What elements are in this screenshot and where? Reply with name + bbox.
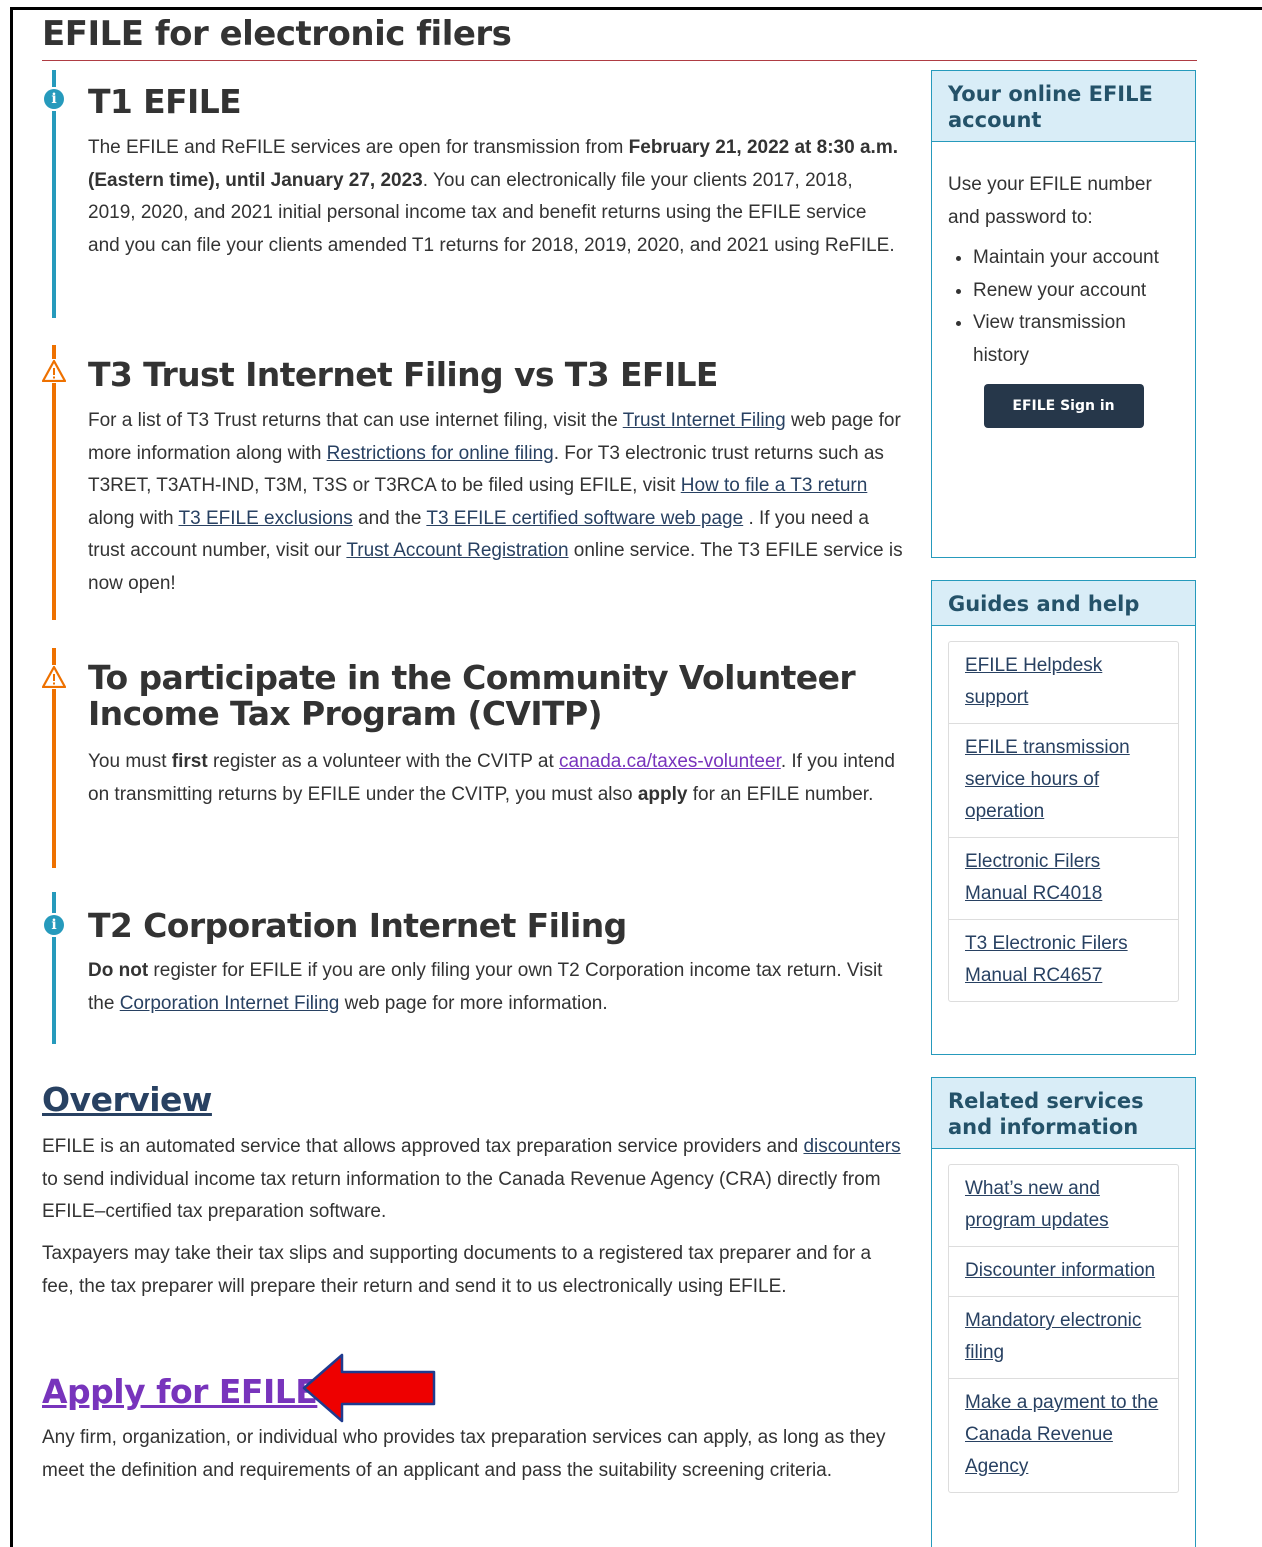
overview-paragraph-2: Taxpayers may take their tax slips and s…	[42, 1243, 872, 1297]
corporation-internet-filing-link[interactable]: Corporation Internet Filing	[120, 993, 340, 1014]
guides-link-list: EFILE Helpdesk support EFILE transmissio…	[948, 641, 1179, 1002]
whats-new-link[interactable]: What’s new and program updates	[965, 1178, 1109, 1231]
info-icon: i	[42, 87, 66, 111]
efile-sign-in-button[interactable]: EFILE Sign in	[983, 384, 1144, 428]
t3-certified-software-link[interactable]: T3 EFILE certified software web page	[426, 508, 743, 529]
guides-help-panel: Guides and help EFILE Helpdesk support E…	[931, 580, 1196, 1055]
alert-text: You must first register as a volunteer w…	[88, 751, 895, 805]
warning-icon	[42, 359, 66, 383]
panel-intro-text: Use your EFILE number and password to:	[948, 174, 1152, 228]
taxes-volunteer-link[interactable]: canada.ca/taxes-volunteer	[559, 751, 781, 772]
overview-heading[interactable]: Overview	[42, 1080, 212, 1119]
restrictions-online-filing-link[interactable]: Restrictions for online filing	[327, 443, 554, 464]
list-item: View transmission history	[973, 307, 1179, 372]
mandatory-electronic-filing-link[interactable]: Mandatory electronic filing	[965, 1310, 1141, 1363]
red-arrow-annotation	[302, 1353, 436, 1423]
panel-heading: Related services and information	[932, 1078, 1195, 1149]
list-item: What’s new and program updates	[949, 1165, 1178, 1246]
list-item: Mandatory electronic filing	[949, 1296, 1178, 1378]
t3-efile-exclusions-link[interactable]: T3 EFILE exclusions	[179, 508, 353, 529]
alert-heading: To participate in the Community Voluntee…	[88, 658, 856, 733]
rc4018-manual-link[interactable]: Electronic Filers Manual RC4018	[965, 851, 1102, 904]
list-item: Maintain your account	[973, 242, 1179, 275]
panel-heading: Your online EFILE account	[932, 71, 1195, 142]
discounter-information-link[interactable]: Discounter information	[965, 1260, 1155, 1281]
list-item: T3 Electronic Filers Manual RC4657	[949, 919, 1178, 1001]
alert-heading: T3 Trust Internet Filing vs T3 EFILE	[88, 355, 718, 394]
list-item: EFILE Helpdesk support	[949, 642, 1178, 723]
trust-account-registration-link[interactable]: Trust Account Registration	[346, 540, 568, 561]
apply-for-efile-heading[interactable]: Apply for EFILE	[42, 1372, 318, 1411]
efile-helpdesk-link[interactable]: EFILE Helpdesk support	[965, 655, 1102, 708]
page-title: EFILE for electronic filers	[42, 14, 512, 54]
discounters-link[interactable]: discounters	[803, 1136, 900, 1157]
title-divider	[42, 60, 1197, 61]
warning-icon	[42, 665, 66, 689]
info-icon: i	[42, 913, 66, 937]
efile-account-panel: Your online EFILE account Use your EFILE…	[931, 70, 1196, 558]
list-item: EFILE transmission service hours of oper…	[949, 723, 1178, 837]
alert-text: Do not register for EFILE if you are onl…	[88, 960, 883, 1014]
apply-paragraph: Any firm, organization, or individual wh…	[42, 1427, 886, 1481]
alert-heading: T2 Corporation Internet Filing	[88, 906, 627, 945]
make-payment-link[interactable]: Make a payment to the Canada Revenue Age…	[965, 1392, 1158, 1477]
alert-bar	[52, 345, 56, 620]
alert-text: For a list of T3 Trust returns that can …	[88, 410, 903, 594]
related-link-list: What’s new and program updates Discounte…	[948, 1164, 1179, 1493]
list-item: Discounter information	[949, 1246, 1178, 1296]
overview-paragraph-1: EFILE is an automated service that allow…	[42, 1136, 901, 1222]
account-actions-list: Maintain your account Renew your account…	[948, 242, 1179, 372]
how-to-file-t3-link[interactable]: How to file a T3 return	[681, 475, 868, 496]
rc4657-manual-link[interactable]: T3 Electronic Filers Manual RC4657	[965, 933, 1128, 986]
list-item: Electronic Filers Manual RC4018	[949, 837, 1178, 919]
trust-internet-filing-link[interactable]: Trust Internet Filing	[623, 410, 786, 431]
alert-text: The EFILE and ReFILE services are open f…	[88, 137, 898, 256]
list-item: Make a payment to the Canada Revenue Age…	[949, 1378, 1178, 1492]
panel-heading: Guides and help	[932, 581, 1195, 626]
related-services-panel: Related services and information What’s …	[931, 1077, 1196, 1547]
transmission-hours-link[interactable]: EFILE transmission service hours of oper…	[965, 737, 1130, 822]
alert-heading: T1 EFILE	[88, 82, 242, 121]
list-item: Renew your account	[973, 275, 1179, 308]
